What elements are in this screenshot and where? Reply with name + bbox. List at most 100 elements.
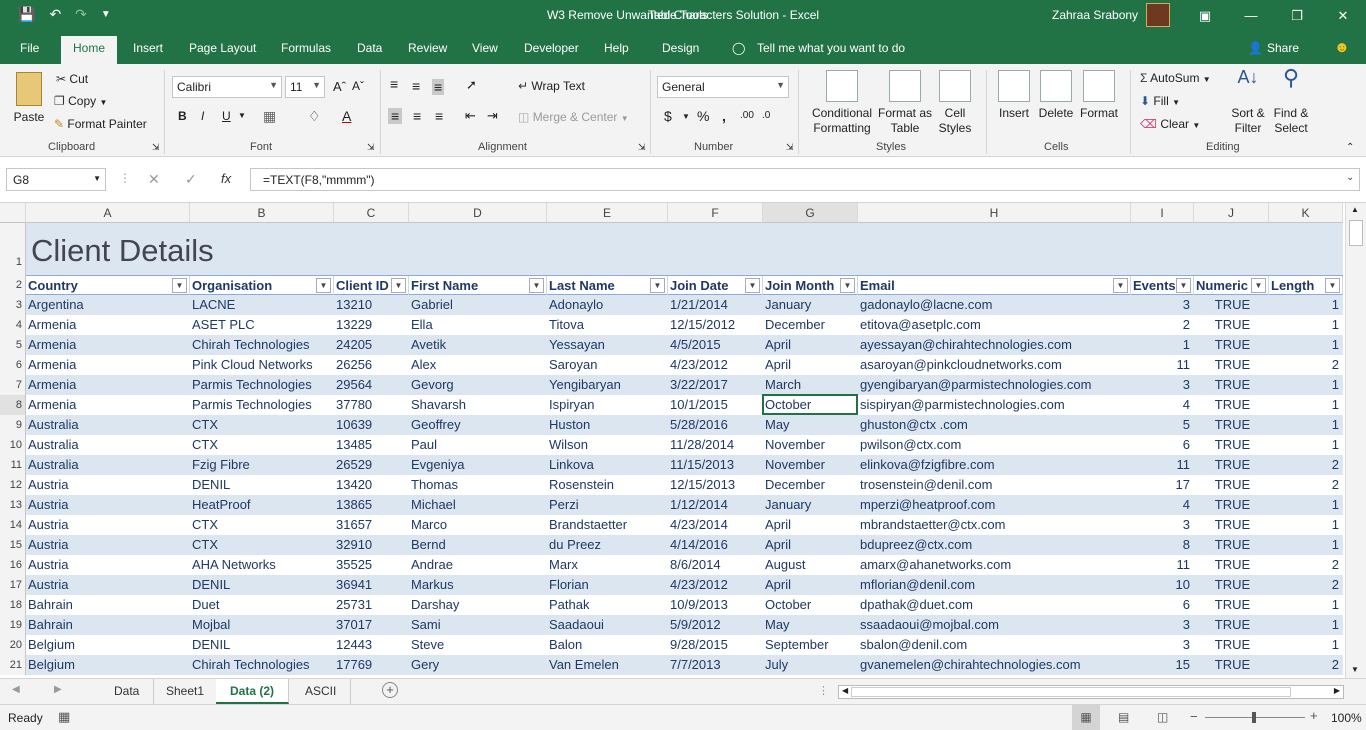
align-left-icon[interactable]: ≡ (388, 108, 403, 124)
next-sheet-icon[interactable]: ▶ (54, 684, 62, 695)
filter-dropdown-icon[interactable]: ▼ (1113, 278, 1128, 293)
filter-dropdown-icon[interactable]: ▼ (529, 278, 544, 293)
table-cell[interactable]: Armenia (26, 375, 190, 395)
name-box[interactable]: G8 ▼ (6, 168, 106, 191)
table-cell[interactable]: Sami (409, 615, 547, 635)
horizontal-scrollbar[interactable]: ◀ ▶ (838, 685, 1344, 699)
table-cell[interactable]: 2 (1131, 315, 1194, 335)
column-header-d[interactable]: D (409, 203, 547, 223)
table-cell[interactable]: Bahrain (26, 595, 190, 615)
table-cell[interactable]: 37780 (334, 395, 409, 415)
table-cell[interactable]: Austria (26, 515, 190, 535)
tab-home[interactable]: Home (61, 36, 118, 64)
sheet-title[interactable]: Client Details (31, 233, 214, 269)
table-cell[interactable]: Balon (547, 635, 668, 655)
table-cell[interactable]: 12/15/2012 (668, 315, 763, 335)
filter-dropdown-icon[interactable]: ▼ (650, 278, 665, 293)
table-cell[interactable]: Thomas (409, 475, 547, 495)
filter-dropdown-icon[interactable]: ▼ (1325, 278, 1340, 293)
format-painter-button[interactable]: ✎ Format Painter (54, 117, 147, 131)
scroll-left-icon[interactable]: ◀ (842, 686, 848, 695)
conditional-formatting-button[interactable]: Conditional Formatting (806, 70, 878, 136)
table-cell[interactable]: CTX (190, 515, 334, 535)
table-cell[interactable]: 4 (1131, 495, 1194, 515)
table-cell[interactable]: Australia (26, 435, 190, 455)
tell-me-search[interactable]: Tell me what you want to do (757, 41, 905, 55)
header-cell[interactable]: Country ▼ (26, 276, 190, 296)
table-cell[interactable]: 6 (1131, 435, 1194, 455)
table-cell[interactable]: 24205 (334, 335, 409, 355)
table-cell[interactable]: CTX (190, 435, 334, 455)
table-cell[interactable]: Austria (26, 495, 190, 515)
header-cell[interactable]: Organisation ▼ (190, 276, 334, 296)
table-cell[interactable]: Armenia (26, 315, 190, 335)
table-cell[interactable]: 2 (1269, 555, 1343, 575)
column-header-k[interactable]: K (1269, 203, 1343, 223)
bold-icon[interactable]: B (178, 109, 187, 123)
table-cell[interactable]: January (763, 495, 858, 515)
table-cell[interactable]: DENIL (190, 575, 334, 595)
currency-dropdown-icon[interactable]: ▼ (682, 112, 690, 121)
alignment-launcher-icon[interactable]: ⇲ (638, 142, 646, 153)
table-cell[interactable]: Belgium (26, 655, 190, 675)
font-color-icon[interactable]: A (342, 108, 351, 124)
table-cell[interactable]: 8 (1131, 535, 1194, 555)
table-cell[interactable]: TRUE (1194, 395, 1269, 415)
table-cell[interactable]: 3 (1131, 375, 1194, 395)
scroll-up-icon[interactable]: ▲ (1351, 205, 1359, 214)
table-cell[interactable]: mflorian@denil.com (858, 575, 1131, 595)
header-cell[interactable]: Length ▼ (1269, 276, 1343, 296)
filter-dropdown-icon[interactable]: ▼ (391, 278, 406, 293)
table-cell[interactable]: 3 (1131, 515, 1194, 535)
sheet-tab-sheet1[interactable]: Sheet1 (152, 679, 220, 704)
row-header[interactable]: 19 (0, 615, 26, 635)
user-name[interactable]: Zahraa Srabony (1052, 8, 1138, 22)
increase-indent-icon[interactable]: ⇥ (487, 108, 498, 124)
normal-view-icon[interactable]: ▦ (1072, 705, 1100, 730)
table-cell[interactable]: April (763, 575, 858, 595)
table-cell[interactable]: 1/12/2014 (668, 495, 763, 515)
table-cell[interactable]: 4 (1131, 395, 1194, 415)
column-header-a[interactable]: A (26, 203, 190, 223)
table-cell[interactable]: gvanemelen@chirahtechnologies.com (858, 655, 1131, 675)
table-cell[interactable]: Armenia (26, 395, 190, 415)
header-cell[interactable]: Join Month ▼ (763, 276, 858, 296)
table-cell[interactable]: Fzig Fibre (190, 455, 334, 475)
tab-developer[interactable]: Developer (524, 41, 579, 55)
table-cell[interactable]: TRUE (1194, 435, 1269, 455)
table-cell[interactable]: LACNE (190, 295, 334, 315)
table-cell[interactable]: Duet (190, 595, 334, 615)
table-cell[interactable]: Bahrain (26, 615, 190, 635)
filter-dropdown-icon[interactable]: ▼ (840, 278, 855, 293)
table-cell[interactable]: TRUE (1194, 655, 1269, 675)
header-cell[interactable]: Email ▼ (858, 276, 1131, 296)
table-cell[interactable]: Armenia (26, 355, 190, 375)
table-cell[interactable]: 10/1/2015 (668, 395, 763, 415)
table-cell[interactable]: Australia (26, 455, 190, 475)
table-cell[interactable]: Gery (409, 655, 547, 675)
row-header[interactable]: 16 (0, 555, 26, 575)
table-cell[interactable]: Titova (547, 315, 668, 335)
table-cell[interactable]: 2 (1269, 455, 1343, 475)
delete-cells-button[interactable]: Delete (1036, 70, 1076, 121)
table-cell[interactable]: ssaadaoui@mojbal.com (858, 615, 1131, 635)
table-cell[interactable]: DENIL (190, 475, 334, 495)
table-cell[interactable]: Chirah Technologies (190, 335, 334, 355)
tab-review[interactable]: Review (408, 41, 447, 55)
table-cell[interactable]: TRUE (1194, 315, 1269, 335)
percent-icon[interactable]: % (697, 108, 709, 124)
header-cell[interactable]: First Name ▼ (409, 276, 547, 296)
table-cell[interactable]: ASET PLC (190, 315, 334, 335)
table-cell[interactable]: 1 (1269, 315, 1343, 335)
sheet-tab-data[interactable]: Data (100, 679, 155, 704)
table-cell[interactable]: ayessayan@chirahtechnologies.com (858, 335, 1131, 355)
prev-sheet-icon[interactable]: ◀ (12, 684, 20, 695)
table-cell[interactable]: Ispiryan (547, 395, 668, 415)
header-cell[interactable]: Last Name ▼ (547, 276, 668, 296)
table-cell[interactable]: Ella (409, 315, 547, 335)
table-cell[interactable]: CTX (190, 535, 334, 555)
table-cell[interactable]: 4/23/2014 (668, 515, 763, 535)
align-top-icon[interactable]: ≡ (390, 76, 398, 92)
row-header[interactable]: 21 (0, 655, 26, 675)
grow-font-icon[interactable]: Aˆ (333, 79, 346, 94)
